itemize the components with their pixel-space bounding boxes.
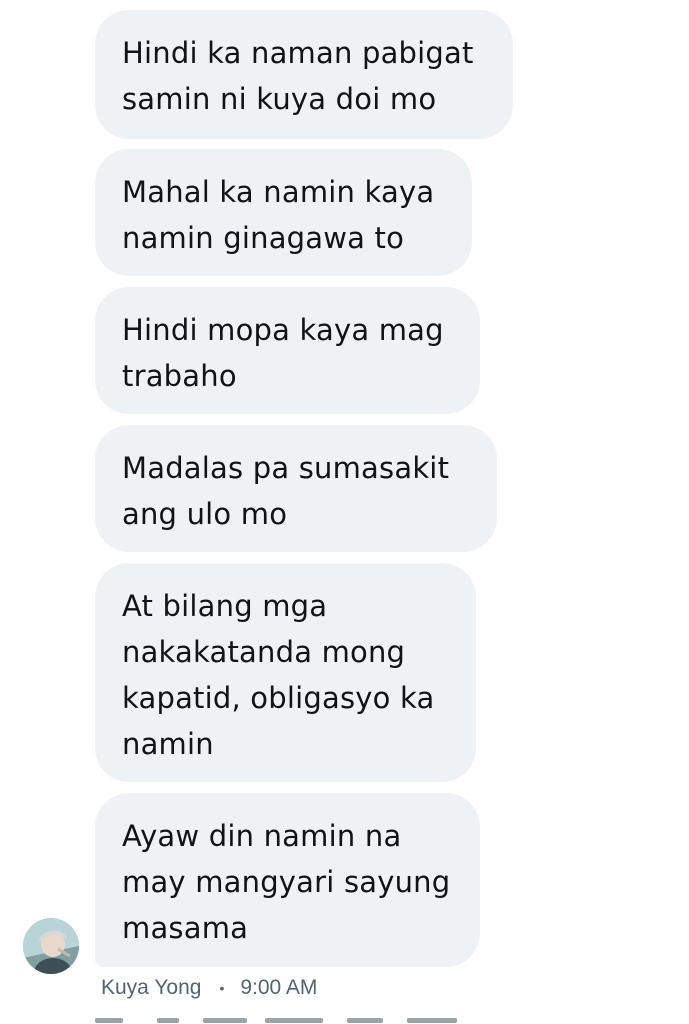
message-text-line: trabaho (122, 359, 237, 393)
message-text-line: kapatid, obligasyo ka (122, 681, 435, 715)
message-bubble[interactable]: Madalas pa sumasakit ang ulo mo (95, 425, 497, 552)
message-text-line: At bilang mga (122, 589, 328, 623)
sender-avatar[interactable] (23, 918, 79, 974)
message-text-line: samin ni kuya doi mo (122, 82, 437, 116)
message-bubble[interactable]: Hindi mopa kaya mag trabaho (95, 287, 480, 414)
message-text-line: Mahal ka namin kaya (122, 175, 435, 209)
message-bubble[interactable]: At bilang mga nakakatanda mong kapatid, … (95, 563, 476, 782)
message-timestamp: 9:00 AM (240, 976, 318, 999)
message-text-line: ang ulo mo (122, 497, 288, 531)
message-text-line: Ayaw din namin na (122, 819, 402, 853)
message-text-line: Hindi mopa kaya mag (122, 313, 444, 347)
message-bubble[interactable]: Ayaw din namin na may mangyari sayung ma… (95, 793, 480, 967)
message-bubble[interactable]: Hindi ka naman pabigat samin ni kuya doi… (95, 10, 513, 139)
message-text-line: may mangyari sayung (122, 865, 451, 899)
message-text-line: masama (122, 911, 249, 945)
message-text-line: nakakatanda mong (122, 635, 406, 669)
message-text-line: namin ginagawa to (122, 221, 405, 255)
message-text-line: namin (122, 727, 214, 761)
sender-name[interactable]: Kuya Yong (101, 976, 201, 1000)
meta-separator: • (219, 980, 225, 996)
user-avatar-photo-icon (23, 918, 79, 974)
message-meta: Kuya Yong • 9:00 AM (101, 973, 317, 1003)
message-text-line: Madalas pa sumasakit (122, 451, 450, 485)
message-bubble[interactable]: Mahal ka namin kaya namin ginagawa to (95, 149, 472, 276)
message-text-line: Hindi ka naman pabigat (122, 36, 474, 70)
cutoff-content (95, 1016, 485, 1024)
